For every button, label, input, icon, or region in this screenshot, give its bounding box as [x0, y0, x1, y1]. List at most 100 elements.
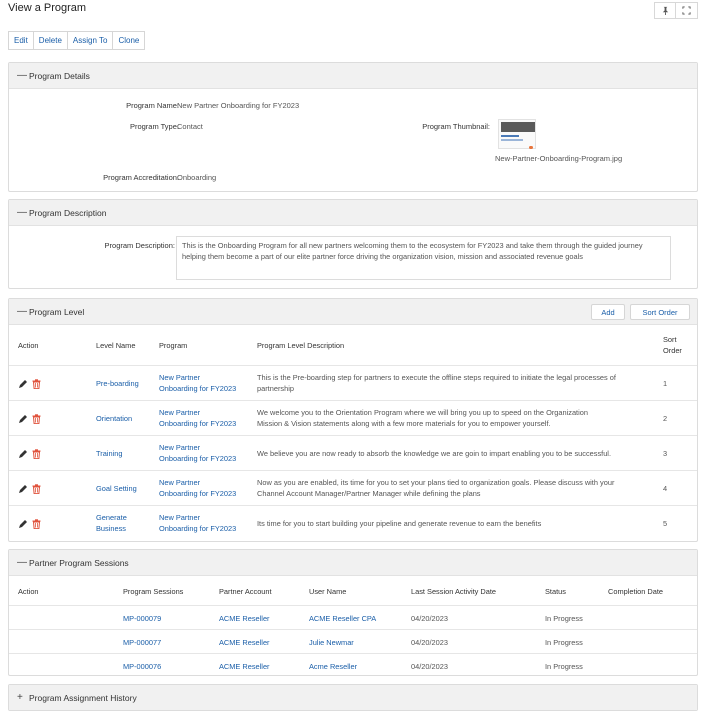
level-name-link[interactable]: Generate Business	[96, 512, 127, 534]
description-line-1: We welcome you to the Orientation Progra…	[257, 408, 588, 417]
program-description-label: Program Description:	[104, 241, 175, 250]
level-description: We believe you are now ready to absorb t…	[257, 448, 659, 459]
col-sort-line-1: Sort	[663, 335, 677, 344]
program-description-header[interactable]: — Program Description	[9, 200, 697, 226]
level-name-link[interactable]: Training	[96, 448, 122, 459]
program-type-label: Program Type:	[129, 122, 179, 131]
program-link[interactable]: New Partner Onboarding for FY2023	[159, 442, 236, 464]
program-link[interactable]: New Partner Onboarding for FY2023	[159, 372, 236, 394]
level-name-line-1: Pre-boarding	[96, 379, 139, 388]
description-line-2: Channel Account Manager/Partner Manager …	[257, 489, 481, 498]
partner-account-link[interactable]: ACME Reseller	[219, 661, 270, 672]
clone-button[interactable]: Clone	[113, 31, 146, 50]
last-activity-date: 04/20/2023	[411, 662, 448, 671]
edit-icon[interactable]	[18, 449, 28, 459]
section-title: Program Level	[29, 306, 85, 317]
program-description-panel: — Program Description Program Descriptio…	[8, 199, 698, 289]
section-title: Partner Program Sessions	[29, 557, 129, 568]
sort-order-value: 3	[663, 449, 668, 458]
user-name-link[interactable]: ACME Reseller CPA	[309, 613, 376, 624]
sort-order-button[interactable]: Sort Order	[630, 304, 690, 320]
program-link[interactable]: New Partner Onboarding for FY2023	[159, 477, 236, 499]
program-name-value: New Partner Onboarding for FY2023	[177, 101, 300, 110]
level-name-link[interactable]: Orientation	[96, 413, 132, 424]
program-line-1: New Partner	[159, 478, 201, 487]
last-activity-date: 04/20/2023	[411, 614, 448, 623]
program-link[interactable]: New Partner Onboarding for FY2023	[159, 407, 236, 429]
collapse-icon[interactable]: —	[17, 207, 29, 218]
level-name-link[interactable]: Pre-boarding	[96, 378, 139, 389]
status-value: In Progress	[545, 614, 583, 623]
sort-order-value: 5	[663, 519, 668, 528]
last-activity-date: 04/20/2023	[411, 638, 448, 647]
col-program: Program	[159, 341, 188, 350]
page-title: View a Program	[8, 2, 87, 14]
level-description: This is the Pre-boarding step for partne…	[257, 372, 659, 394]
delete-button[interactable]: Delete	[33, 31, 68, 50]
level-name-line-2: Business	[96, 524, 126, 533]
edit-icon[interactable]	[18, 379, 28, 389]
delete-icon[interactable]	[32, 379, 41, 390]
partner-account-link[interactable]: ACME Reseller	[219, 613, 270, 624]
sort-order-value: 1	[663, 379, 668, 388]
partner-account-link[interactable]: ACME Reseller	[219, 637, 270, 648]
edit-button[interactable]: Edit	[8, 31, 34, 50]
section-title: Program Details	[29, 70, 90, 81]
program-line-1: New Partner	[159, 373, 201, 382]
program-accreditation-value: Onboarding	[177, 173, 217, 182]
pin-icon[interactable]	[654, 2, 676, 19]
col-status: Status	[545, 587, 566, 596]
partner-sessions-panel: — Partner Program Sessions Action Progra…	[8, 549, 698, 676]
action-toolbar: Edit Delete Assign To Clone	[8, 31, 146, 50]
edit-icon[interactable]	[18, 484, 28, 494]
session-id-link[interactable]: MP-000077	[123, 637, 161, 648]
program-line-2: Onboarding for FY2023	[159, 419, 237, 428]
table-row: Goal Setting New Partner Onboarding for FY…	[9, 470, 697, 505]
col-sort-order: Sort Order	[663, 334, 682, 356]
collapse-icon[interactable]: —	[17, 70, 29, 81]
program-level-header[interactable]: — Program Level Add Sort Order	[9, 299, 697, 325]
delete-icon[interactable]	[32, 484, 41, 495]
program-details-header[interactable]: — Program Details	[9, 63, 697, 89]
col-last-activity-date: Last Session Activity Date	[411, 587, 497, 596]
section-title: Program Assignment History	[29, 692, 137, 703]
add-level-button[interactable]: Add	[591, 304, 625, 320]
program-accreditation-label: Program Accreditation:	[103, 173, 179, 182]
program-line-2: Onboarding for FY2023	[159, 524, 237, 533]
description-line-1: Now as you are enabled, its time for you…	[257, 478, 615, 487]
expand-section-icon[interactable]: +	[17, 692, 29, 703]
level-name-line-1: Training	[96, 449, 123, 458]
col-program-sessions: Program Sessions	[123, 587, 184, 596]
description-line-2: Mission & Vision statements along with a…	[257, 419, 551, 428]
table-row: Training New Partner Onboarding for FY2023…	[9, 435, 697, 470]
col-user-name: User Name	[309, 587, 347, 596]
session-id-link[interactable]: MP-000076	[123, 661, 161, 672]
col-completion-date: Completion Date	[608, 587, 664, 596]
edit-icon[interactable]	[18, 519, 28, 529]
delete-icon[interactable]	[32, 414, 41, 425]
delete-icon[interactable]	[32, 519, 41, 530]
assign-to-button[interactable]: Assign To	[67, 31, 114, 50]
delete-icon[interactable]	[32, 449, 41, 460]
program-type-value: Contact	[177, 122, 203, 131]
collapse-icon[interactable]: —	[17, 306, 29, 317]
program-thumbnail-link[interactable]: New-Partner-Onboarding-Program.jpg	[495, 154, 622, 163]
col-action: Action	[18, 587, 39, 596]
expand-icon[interactable]	[676, 2, 698, 19]
program-line-2: Onboarding for FY2023	[159, 454, 237, 463]
col-action: Action	[18, 341, 39, 350]
program-link[interactable]: New Partner Onboarding for FY2023	[159, 512, 236, 534]
program-level-panel: — Program Level Add Sort Order Action Le…	[8, 298, 698, 542]
table-row: MP-000079 ACME Reseller ACME Reseller CPA 0…	[9, 605, 697, 629]
program-thumbnail-image[interactable]	[498, 119, 536, 149]
partner-sessions-header[interactable]: — Partner Program Sessions	[9, 550, 697, 576]
user-name-link[interactable]: Acme Reseller	[309, 661, 357, 672]
collapse-icon[interactable]: —	[17, 557, 29, 568]
col-level-name: Level Name	[96, 341, 136, 350]
user-name-link[interactable]: Julie Newmar	[309, 637, 354, 648]
program-line-2: Onboarding for FY2023	[159, 384, 237, 393]
level-name-link[interactable]: Goal Setting	[96, 483, 137, 494]
assignment-history-header[interactable]: + Program Assignment History	[9, 685, 697, 710]
edit-icon[interactable]	[18, 414, 28, 424]
session-id-link[interactable]: MP-000079	[123, 613, 161, 624]
